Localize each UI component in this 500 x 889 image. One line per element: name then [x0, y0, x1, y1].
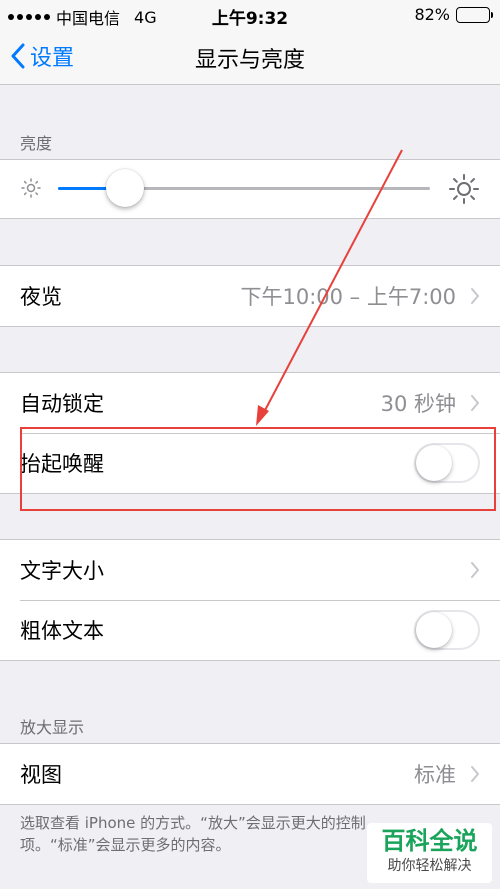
status-right: 82%	[414, 5, 493, 24]
chevron-right-icon	[471, 766, 479, 782]
chevron-right-icon	[471, 562, 479, 578]
night-shift-value: 下午10:00 – 上午7:00	[240, 285, 456, 309]
zoom-footer-line-2: 项。“标准”会显示更多的内容。	[20, 836, 231, 854]
navigation-bar: 设置 显示与亮度	[0, 30, 500, 85]
night-shift-label: 夜览	[20, 285, 62, 309]
view-value-wrap: 标准	[414, 759, 480, 789]
battery-icon	[456, 6, 493, 23]
brightness-slider[interactable]	[58, 169, 430, 207]
view-value: 标准	[414, 763, 456, 787]
night-shift-group: 夜览 下午10:00 – 上午7:00	[0, 265, 500, 327]
view-row[interactable]: 视图 标准	[0, 744, 500, 804]
watermark-subtitle: 助你轻松解决	[387, 858, 472, 874]
night-shift-row[interactable]: 夜览 下午10:00 – 上午7:00	[0, 266, 500, 326]
bold-text-row: 粗体文本	[0, 600, 500, 660]
sun-large-icon	[449, 174, 479, 204]
zoom-section-header: 放大显示	[20, 718, 85, 737]
auto-lock-value-wrap: 30 秒钟	[381, 388, 480, 418]
text-size-chevron-wrap	[470, 561, 480, 579]
view-label: 视图	[20, 763, 62, 787]
bold-text-label: 粗体文本	[20, 619, 104, 643]
brightness-group	[0, 159, 500, 219]
status-bar: 中国电信 4G 上午9:32 82%	[0, 0, 500, 30]
watermark-logo: 百科全说 助你轻松解决	[367, 823, 492, 883]
toggle-knob	[416, 612, 452, 648]
brightness-slider-row	[0, 160, 500, 218]
watermark-title: 百科全说	[381, 827, 478, 855]
highlight-box	[20, 427, 496, 511]
text-size-row[interactable]: 文字大小	[0, 540, 500, 600]
chevron-right-icon	[471, 288, 479, 304]
chevron-right-icon	[471, 395, 479, 411]
zoom-footer-line-1: 选取查看 iPhone 的方式。“放大”会显示更大的控制	[20, 814, 366, 832]
auto-lock-value: 30 秒钟	[380, 392, 456, 416]
battery-percent: 82%	[414, 5, 450, 24]
brightness-section-header: 亮度	[20, 134, 53, 153]
text-size-label: 文字大小	[20, 559, 104, 583]
auto-lock-row[interactable]: 自动锁定 30 秒钟	[0, 373, 500, 433]
night-shift-value-wrap: 下午10:00 – 上午7:00	[240, 281, 480, 311]
zoom-footer-note: 选取查看 iPhone 的方式。“放大”会显示更大的控制 项。“标准”会显示更多…	[20, 812, 400, 856]
zoom-group: 视图 标准	[0, 743, 500, 805]
text-group: 文字大小 粗体文本	[0, 539, 500, 661]
auto-lock-label: 自动锁定	[20, 392, 104, 416]
bold-text-toggle[interactable]	[414, 610, 480, 650]
sun-small-icon	[21, 178, 41, 198]
page-title: 显示与亮度	[194, 48, 305, 73]
brightness-slider-thumb[interactable]	[105, 169, 144, 207]
